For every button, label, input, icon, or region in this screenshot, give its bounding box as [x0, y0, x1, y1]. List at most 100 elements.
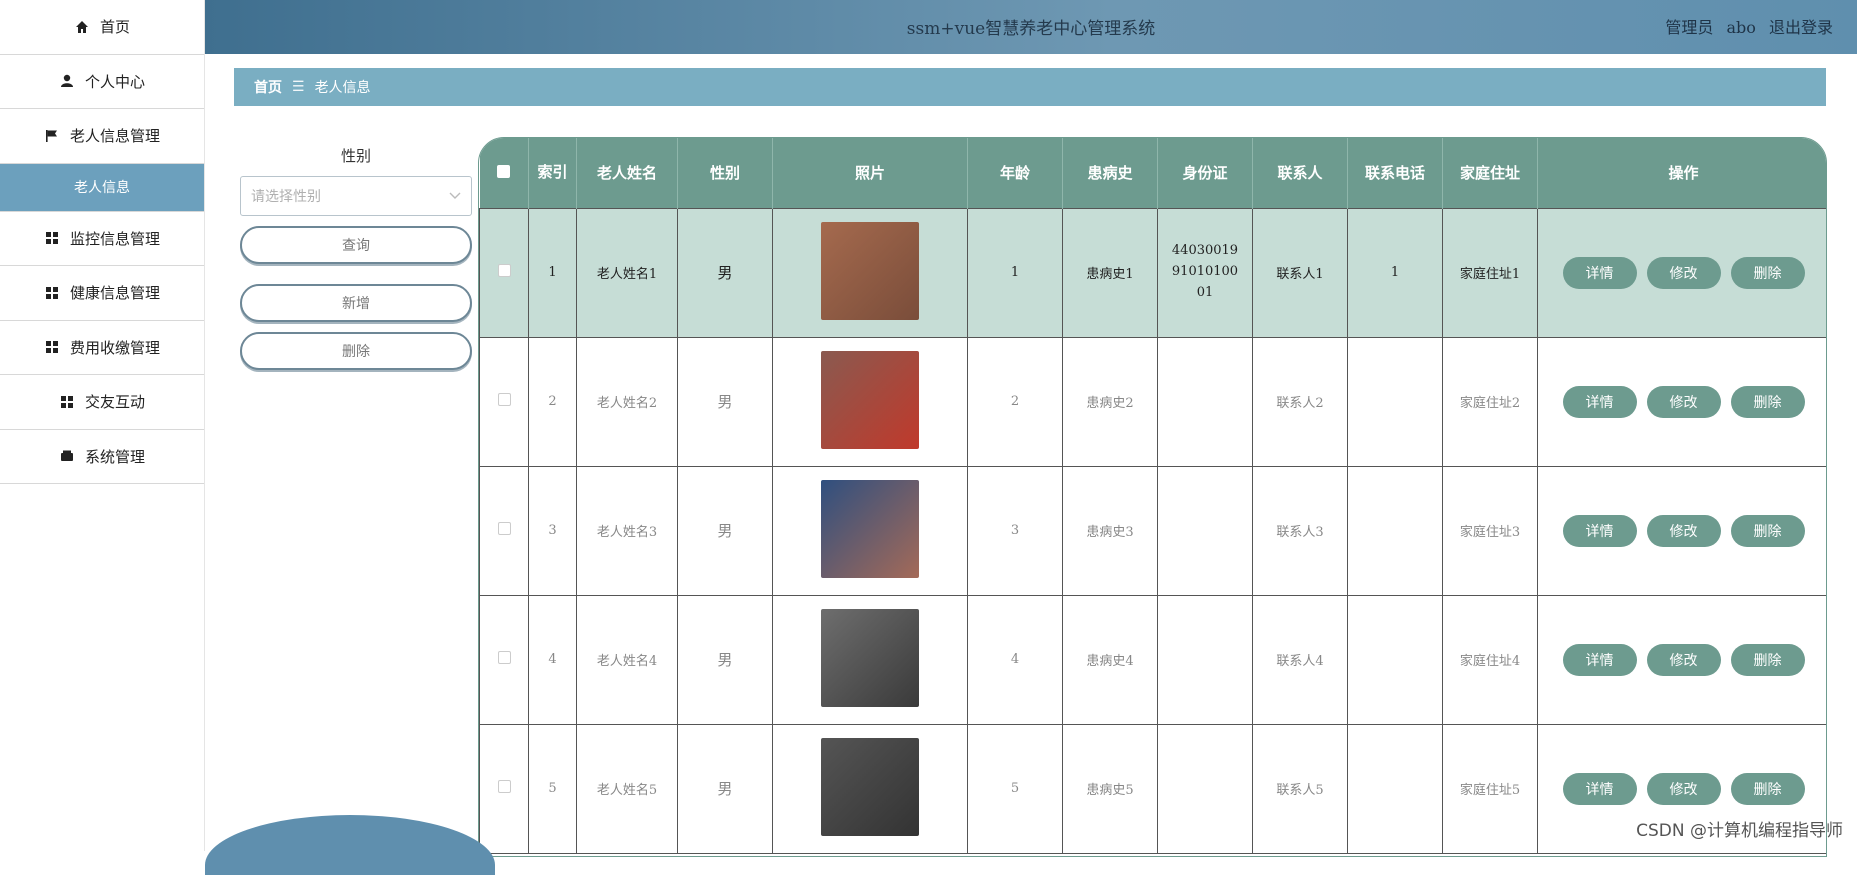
- cell-photo: [773, 337, 968, 466]
- batch-delete-button[interactable]: 删除: [240, 332, 472, 370]
- sidebar-item-3[interactable]: 老人信息: [0, 164, 204, 212]
- column-header: 年龄: [968, 138, 1063, 208]
- cell-ops: 详情修改删除: [1538, 466, 1828, 595]
- logout-link[interactable]: 退出登录: [1769, 18, 1833, 37]
- user-icon: [59, 73, 75, 89]
- cell-phone: [1348, 724, 1443, 853]
- row-checkbox[interactable]: [498, 651, 511, 664]
- cell-age: 1: [968, 208, 1063, 337]
- cell-phone: [1348, 337, 1443, 466]
- cell-name: 老人姓名3: [577, 466, 678, 595]
- cell-contact: 联系人1: [1253, 208, 1348, 337]
- gender-select-placeholder: 请选择性别: [251, 186, 321, 206]
- row-checkbox-cell[interactable]: [480, 208, 529, 337]
- wallet-icon: [59, 448, 75, 464]
- sidebar: 首页个人中心老人信息管理老人信息监控信息管理健康信息管理费用收缴管理交友互动系统…: [0, 0, 205, 851]
- sidebar-item-label: 健康信息管理: [70, 282, 160, 303]
- cell-phone: 1: [1348, 208, 1443, 337]
- cell-ops: 详情修改删除: [1538, 337, 1828, 466]
- sidebar-item-8[interactable]: 系统管理: [0, 430, 204, 485]
- cell-contact: 联系人3: [1253, 466, 1348, 595]
- query-button[interactable]: 查询: [240, 226, 472, 264]
- row-checkbox[interactable]: [498, 264, 511, 277]
- detail-button[interactable]: 详情: [1563, 257, 1637, 289]
- delete-button[interactable]: 删除: [1731, 515, 1805, 547]
- edit-button[interactable]: 修改: [1647, 386, 1721, 418]
- username: abo: [1726, 18, 1755, 37]
- sidebar-item-1[interactable]: 个人中心: [0, 55, 204, 110]
- cell-history: 患病史3: [1063, 466, 1158, 595]
- cell-address: 家庭住址3: [1443, 466, 1538, 595]
- column-header: 索引: [529, 138, 577, 208]
- sidebar-item-6[interactable]: 费用收缴管理: [0, 321, 204, 376]
- cell-address: 家庭住址4: [1443, 595, 1538, 724]
- breadcrumb-home[interactable]: 首页: [254, 77, 282, 97]
- detail-button[interactable]: 详情: [1563, 386, 1637, 418]
- row-checkbox-cell[interactable]: [480, 466, 529, 595]
- detail-button[interactable]: 详情: [1563, 773, 1637, 805]
- cell-age: 5: [968, 724, 1063, 853]
- cell-id-card: [1158, 466, 1253, 595]
- breadcrumb-current: 老人信息: [315, 77, 371, 97]
- elder-photo: [821, 480, 919, 578]
- sidebar-item-0[interactable]: 首页: [0, 0, 204, 55]
- table-row[interactable]: 5老人姓名5男5患病史5联系人5家庭住址5详情修改删除: [480, 724, 1828, 853]
- row-checkbox-cell[interactable]: [480, 595, 529, 724]
- column-header: 照片: [773, 138, 968, 208]
- row-checkbox[interactable]: [498, 393, 511, 406]
- edit-button[interactable]: 修改: [1647, 773, 1721, 805]
- select-all-checkbox[interactable]: [480, 138, 529, 208]
- cell-name: 老人姓名2: [577, 337, 678, 466]
- column-header: 性别: [678, 138, 773, 208]
- edit-button[interactable]: 修改: [1647, 644, 1721, 676]
- cell-history: 患病史5: [1063, 724, 1158, 853]
- table-row[interactable]: 2老人姓名2男2患病史2联系人2家庭住址2详情修改删除: [480, 337, 1828, 466]
- cell-photo: [773, 724, 968, 853]
- elder-photo: [821, 351, 919, 449]
- grid-icon: [44, 230, 60, 246]
- sidebar-item-label: 交友互动: [85, 391, 145, 412]
- cell-gender: 男: [678, 466, 773, 595]
- table-row[interactable]: 3老人姓名3男3患病史3联系人3家庭住址3详情修改删除: [480, 466, 1828, 595]
- detail-button[interactable]: 详情: [1563, 515, 1637, 547]
- column-header: 身份证: [1158, 138, 1253, 208]
- cell-id-card: [1158, 595, 1253, 724]
- checkbox-icon[interactable]: [497, 165, 510, 178]
- delete-button[interactable]: 删除: [1731, 644, 1805, 676]
- column-header: 患病史: [1063, 138, 1158, 208]
- cell-address: 家庭住址1: [1443, 208, 1538, 337]
- cell-index: 4: [529, 595, 577, 724]
- detail-button[interactable]: 详情: [1563, 644, 1637, 676]
- watermark: CSDN @计算机编程指导师: [1636, 816, 1843, 841]
- delete-button[interactable]: 删除: [1731, 386, 1805, 418]
- home-icon: [74, 19, 90, 35]
- column-header: 家庭住址: [1443, 138, 1538, 208]
- delete-button[interactable]: 删除: [1731, 257, 1805, 289]
- gender-select[interactable]: 请选择性别: [240, 176, 472, 216]
- table-row[interactable]: 4老人姓名4男4患病史4联系人4家庭住址4详情修改删除: [480, 595, 1828, 724]
- sidebar-item-5[interactable]: 健康信息管理: [0, 266, 204, 321]
- table-header-row: 索引老人姓名性别照片年龄患病史身份证联系人联系电话家庭住址操作: [480, 138, 1828, 208]
- cell-history: 患病史1: [1063, 208, 1158, 337]
- breadcrumb-separator-icon: ☰: [292, 79, 305, 95]
- sidebar-item-2[interactable]: 老人信息管理: [0, 109, 204, 164]
- row-checkbox[interactable]: [498, 522, 511, 535]
- elderly-table: 索引老人姓名性别照片年龄患病史身份证联系人联系电话家庭住址操作 1老人姓名1男1…: [478, 137, 1827, 857]
- delete-button[interactable]: 删除: [1731, 773, 1805, 805]
- cell-ops: 详情修改删除: [1538, 208, 1828, 337]
- sidebar-item-7[interactable]: 交友互动: [0, 375, 204, 430]
- sidebar-item-4[interactable]: 监控信息管理: [0, 212, 204, 267]
- table-row[interactable]: 1老人姓名1男1患病史1440300199101010001联系人11家庭住址1…: [480, 208, 1828, 337]
- edit-button[interactable]: 修改: [1647, 515, 1721, 547]
- row-checkbox-cell[interactable]: [480, 724, 529, 853]
- cell-index: 5: [529, 724, 577, 853]
- edit-button[interactable]: 修改: [1647, 257, 1721, 289]
- cell-photo: [773, 208, 968, 337]
- column-header: 联系人: [1253, 138, 1348, 208]
- column-header: 联系电话: [1348, 138, 1443, 208]
- add-button[interactable]: 新增: [240, 284, 472, 322]
- row-checkbox[interactable]: [498, 780, 511, 793]
- sidebar-item-label: 系统管理: [85, 446, 145, 467]
- sidebar-item-label: 老人信息管理: [70, 125, 160, 146]
- row-checkbox-cell[interactable]: [480, 337, 529, 466]
